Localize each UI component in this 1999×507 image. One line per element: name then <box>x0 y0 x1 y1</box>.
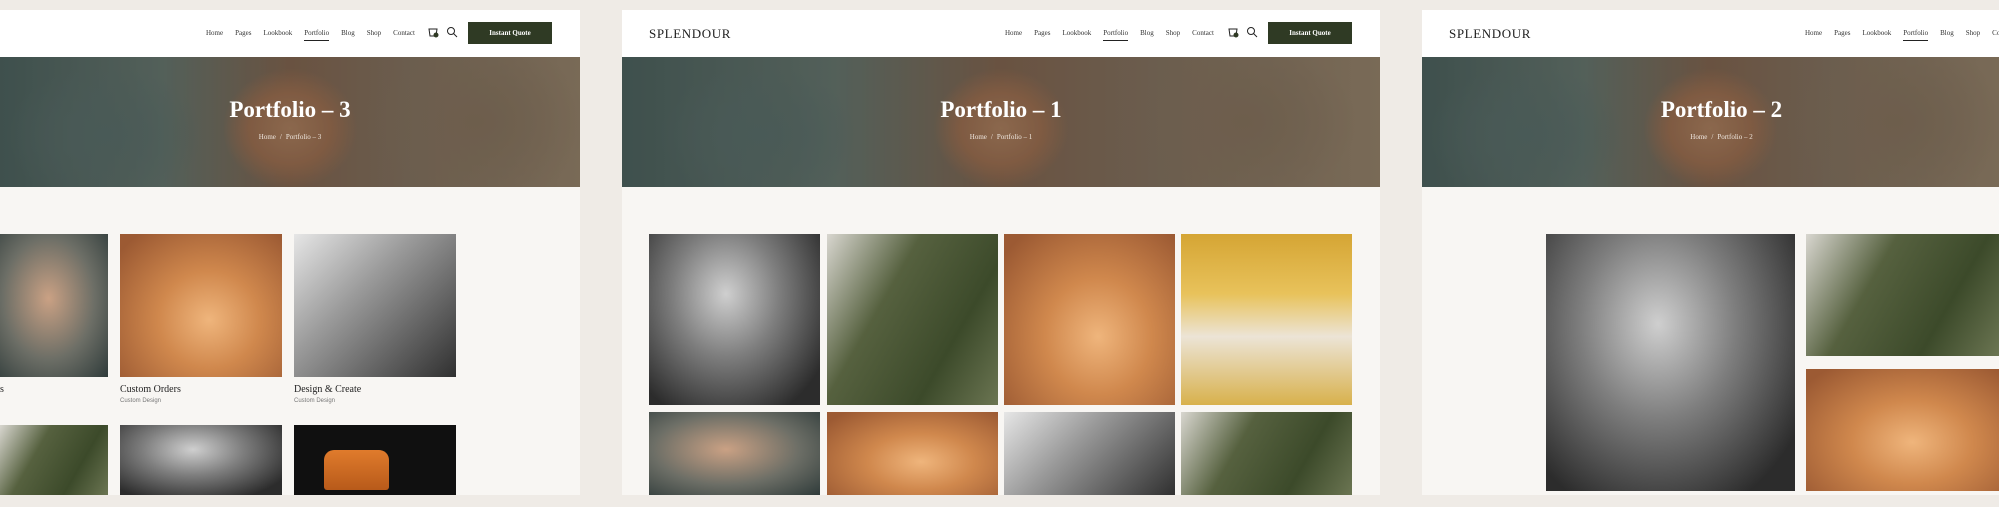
portfolio-image[interactable] <box>1806 369 1999 491</box>
instant-quote-button[interactable]: Instant Quote <box>1268 22 1352 44</box>
portfolio-item-title[interactable]: Design & Create <box>294 384 361 395</box>
nav-lookbook[interactable]: Lookbook <box>1062 29 1091 37</box>
page-hero: Portfolio – 2 Home / Portfolio – 2 <box>1422 57 1999 187</box>
nav-shop[interactable]: Shop <box>1166 29 1180 37</box>
nav-portfolio[interactable]: Portfolio <box>1903 29 1928 41</box>
nav-home[interactable]: Home <box>206 29 223 37</box>
breadcrumb: Home / Portfolio – 1 <box>969 133 1033 141</box>
portfolio-image[interactable] <box>1004 234 1175 405</box>
site-logo[interactable]: SPLENDOUR <box>649 26 731 42</box>
portfolio-item-title[interactable]: Custom Orders <box>120 384 181 395</box>
cart-icon[interactable] <box>427 26 439 38</box>
breadcrumb-home[interactable]: Home <box>1690 133 1707 141</box>
nav-contact[interactable]: Contact <box>1992 29 1999 37</box>
portfolio-image[interactable] <box>1181 234 1352 405</box>
portfolio-image[interactable] <box>120 425 282 495</box>
breadcrumb-current: Portfolio – 2 <box>1717 133 1753 141</box>
breadcrumb: Home / Portfolio – 3 <box>258 133 322 141</box>
portfolio-image[interactable] <box>1806 234 1999 356</box>
breadcrumb-current: Portfolio – 1 <box>996 133 1033 141</box>
portfolio-image[interactable] <box>120 234 282 377</box>
bag-image <box>324 450 389 490</box>
nav-blog[interactable]: Blog <box>1940 29 1954 37</box>
nav-shop[interactable]: Shop <box>367 29 381 37</box>
portfolio-image[interactable] <box>1546 234 1795 491</box>
breadcrumb-home[interactable]: Home <box>970 133 987 141</box>
portfolio-image[interactable] <box>0 234 108 377</box>
page-hero: Portfolio – 3 Home / Portfolio – 3 <box>0 57 580 187</box>
instant-quote-button[interactable]: Instant Quote <box>468 22 552 44</box>
nav-shop[interactable]: Shop <box>1966 29 1980 37</box>
nav-portfolio[interactable]: Portfolio <box>1103 29 1128 41</box>
site-header: Home Pages Lookbook Portfolio Blog Shop … <box>0 10 580 57</box>
portfolio-item-title[interactable]: s <box>0 384 4 395</box>
page-title: Portfolio – 1 <box>940 97 1062 122</box>
breadcrumb-home[interactable]: Home <box>259 133 276 141</box>
nav-lookbook[interactable]: Lookbook <box>1862 29 1891 37</box>
portfolio-image[interactable] <box>1004 412 1175 495</box>
nav-contact[interactable]: Contact <box>1192 29 1214 37</box>
nav-pages[interactable]: Pages <box>235 29 251 37</box>
nav-pages[interactable]: Pages <box>1034 29 1050 37</box>
portfolio-image[interactable] <box>1181 412 1352 495</box>
main-nav: Home Pages Lookbook Portfolio Blog Shop … <box>1805 29 1999 41</box>
nav-home[interactable]: Home <box>1005 29 1022 37</box>
site-header: SPLENDOUR Home Pages Lookbook Portfolio … <box>622 10 1380 57</box>
main-nav: Home Pages Lookbook Portfolio Blog Shop … <box>1005 29 1214 41</box>
main-nav: Home Pages Lookbook Portfolio Blog Shop … <box>206 29 415 41</box>
nav-blog[interactable]: Blog <box>1140 29 1154 37</box>
search-icon[interactable] <box>1246 26 1258 38</box>
portfolio-image[interactable] <box>0 425 108 495</box>
portfolio-image[interactable] <box>827 234 998 405</box>
nav-lookbook[interactable]: Lookbook <box>263 29 292 37</box>
portfolio-image[interactable] <box>294 234 456 377</box>
portfolio-image[interactable] <box>827 412 998 495</box>
nav-home[interactable]: Home <box>1805 29 1822 37</box>
page-title: Portfolio – 3 <box>229 97 351 122</box>
portfolio-3-panel: Home Pages Lookbook Portfolio Blog Shop … <box>0 10 580 495</box>
portfolio-2-panel: SPLENDOUR Home Pages Lookbook Portfolio … <box>1422 10 1999 495</box>
page-title: Portfolio – 2 <box>1660 97 1783 122</box>
nav-contact[interactable]: Contact <box>393 29 415 37</box>
portfolio-item-category: Custom Design <box>294 398 336 404</box>
site-logo[interactable]: SPLENDOUR <box>1449 26 1531 42</box>
portfolio-image[interactable] <box>294 425 456 495</box>
search-icon[interactable] <box>446 26 458 38</box>
nav-pages[interactable]: Pages <box>1834 29 1850 37</box>
site-header: SPLENDOUR Home Pages Lookbook Portfolio … <box>1422 10 1999 57</box>
nav-blog[interactable]: Blog <box>341 29 355 37</box>
breadcrumb-current: Portfolio – 3 <box>285 133 322 141</box>
portfolio-item-category: Custom Design <box>120 398 162 404</box>
nav-portfolio[interactable]: Portfolio <box>304 29 329 41</box>
breadcrumb: Home / Portfolio – 2 <box>1690 133 1753 141</box>
portfolio-1-panel: SPLENDOUR Home Pages Lookbook Portfolio … <box>622 10 1380 495</box>
page-hero: Portfolio – 1 Home / Portfolio – 1 <box>622 57 1380 187</box>
portfolio-image[interactable] <box>649 234 820 405</box>
portfolio-image[interactable] <box>649 412 820 495</box>
cart-icon[interactable] <box>1227 26 1239 38</box>
